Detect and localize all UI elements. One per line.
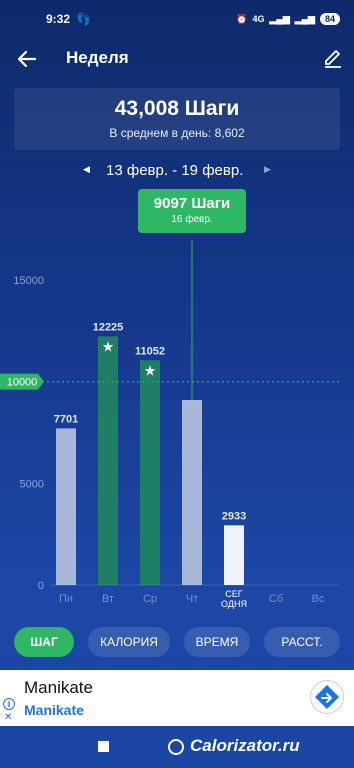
footsteps-icon: 👣: [76, 12, 91, 26]
bar-value-label: 7701: [54, 413, 78, 425]
ad-go-button[interactable]: [310, 680, 344, 714]
battery-indicator: 84: [319, 13, 340, 25]
avg-value: 8,602: [214, 126, 245, 140]
bar-4: [224, 525, 244, 585]
x-tick-label: Сб: [269, 593, 283, 605]
back-arrow-icon[interactable]: [16, 48, 38, 70]
goal-label: 10000: [7, 377, 38, 389]
bar-value-label: 12225: [93, 321, 124, 333]
bar-0: [56, 428, 76, 585]
network-label: 4G: [252, 14, 265, 24]
x-tick-label: Чт: [186, 593, 198, 605]
app-header: Неделя: [0, 40, 354, 80]
total-steps: 43,008 Шаги: [114, 97, 240, 120]
x-tick-label: Пн: [59, 593, 73, 605]
x-tick-label-today: СЕГ: [225, 589, 243, 599]
bar-value-label: 2933: [222, 510, 246, 522]
status-right: ⏰ 4G ▂▄▆ ▂▄▆ 84: [236, 13, 340, 25]
ad-title: Manikate: [24, 678, 93, 697]
status-time: 9:32: [46, 12, 71, 26]
tab-calories[interactable]: КАЛОРИЯ: [88, 627, 170, 657]
ad-subtitle: Manikate: [24, 702, 84, 718]
next-week-icon[interactable]: ▶: [264, 164, 271, 175]
summary-card: 43,008 Шаги В среднем в день: 8,602: [14, 88, 340, 150]
ad-banner[interactable]: i ✕ Manikate Manikate: [0, 670, 354, 726]
week-navigator: ◀ 13 февр. - 19 февр. ▶: [0, 160, 354, 184]
y-tick-label: 0: [38, 580, 44, 592]
x-tick-label-today: ОДНЯ: [221, 599, 247, 609]
daily-average: В среднем в день: 8,602: [14, 126, 340, 140]
avg-label: В среднем в день:: [109, 126, 212, 140]
recents-square-icon[interactable]: [98, 741, 109, 752]
metric-tabs: ШАГ КАЛОРИЯ ВРЕМЯ РАССТ.: [0, 627, 354, 657]
bar-value-label: 11052: [135, 345, 165, 357]
ad-info-icon[interactable]: i: [3, 698, 15, 710]
y-tick-label: 15000: [13, 275, 44, 287]
week-range: 13 февр. - 19 февр.: [106, 162, 244, 179]
x-tick-label: Ср: [143, 593, 157, 605]
tab-steps[interactable]: ШАГ: [14, 627, 74, 657]
bar-2: [140, 360, 160, 585]
ad-close-icon[interactable]: ✕: [4, 712, 12, 723]
tooltip-steps: 9097 Шаги: [153, 195, 231, 212]
status-left: 9:32 👣: [46, 12, 91, 26]
tab-time[interactable]: ВРЕМЯ: [184, 627, 250, 657]
goal-star-icon: ★: [102, 339, 115, 355]
page-title: Неделя: [66, 48, 129, 67]
tooltip-date: 16 февр.: [171, 214, 213, 225]
system-nav-bar: Calorizator.ru: [0, 726, 354, 768]
x-tick-label: Вт: [102, 593, 114, 605]
edit-pencil-icon[interactable]: [322, 47, 344, 69]
prev-week-icon[interactable]: ◀: [83, 164, 90, 175]
status-bar: 9:32 👣 ⏰ 4G ▂▄▆ ▂▄▆ 84: [0, 0, 354, 38]
x-tick-label: Вс: [312, 593, 325, 605]
y-tick-label: 5000: [20, 478, 44, 490]
goal-star-icon: ★: [144, 363, 157, 379]
arrow-right-icon: [315, 685, 339, 709]
alarm-icon: ⏰: [236, 13, 248, 24]
steps-bar-chart[interactable]: 15000 5000 0 7701 12225 ★ 11052 ★ 2933 10000 Пн Вт С…: [0, 240, 354, 620]
bar-1: [98, 336, 118, 585]
home-circle-icon[interactable]: [168, 739, 184, 755]
bar-3: [182, 400, 202, 585]
watermark: Calorizator.ru: [190, 736, 300, 755]
selected-day-tooltip: 9097 Шаги 16 февр.: [138, 189, 246, 233]
tab-distance[interactable]: РАССТ.: [264, 627, 340, 657]
signal-icon-2: ▂▄▆: [294, 13, 315, 24]
signal-icon: ▂▄▆: [269, 13, 290, 24]
